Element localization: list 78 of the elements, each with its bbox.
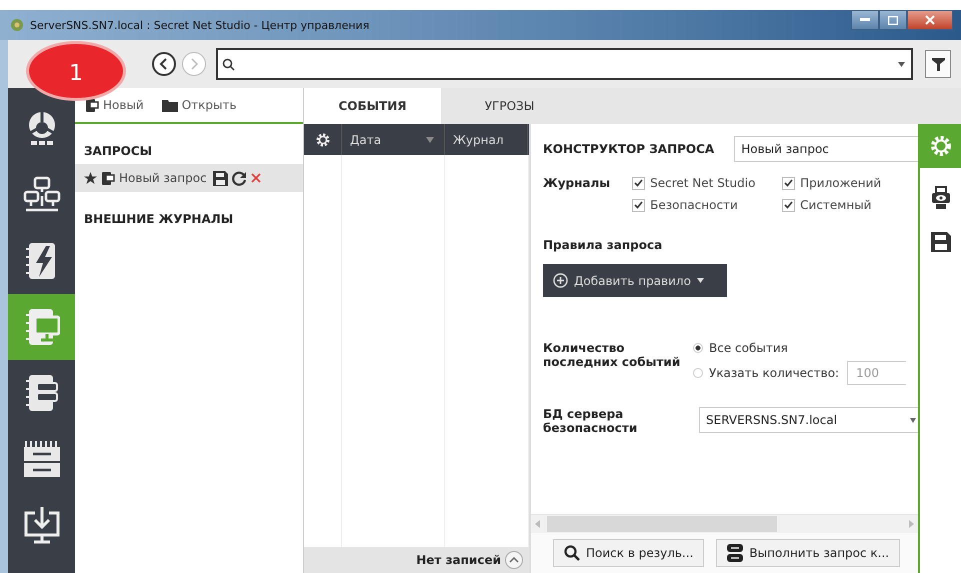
chevron-right-icon <box>189 58 199 70</box>
server-dropdown[interactable]: SERVERSNS.SN7.local <box>699 407 918 433</box>
refresh-icon[interactable] <box>232 170 247 186</box>
checkbox[interactable] <box>632 176 646 190</box>
back-button[interactable] <box>152 52 176 76</box>
run-query-button[interactable]: Выполнить запрос к... <box>716 539 900 567</box>
collapse-button[interactable] <box>505 551 523 569</box>
check-icon <box>784 201 794 209</box>
column-header[interactable]: Журнал <box>445 124 528 155</box>
plus-circle-icon <box>553 273 568 288</box>
query-item[interactable]: Новый запрос <box>75 164 303 192</box>
search-icon <box>564 545 580 561</box>
notebook-monitor-icon <box>24 307 60 347</box>
chevron-up-icon <box>509 557 519 563</box>
notebook-icon <box>85 98 99 112</box>
check-icon <box>634 179 644 187</box>
search-results-button[interactable]: Поиск в резуль... <box>553 539 704 567</box>
checkbox-label: Системный <box>800 198 872 212</box>
checkbox-label: Безопасности <box>650 198 738 212</box>
chevron-left-icon <box>159 58 169 70</box>
search-icon <box>222 58 235 70</box>
caret-icon <box>696 278 704 283</box>
section-heading: ЗАПРОСЫ <box>83 143 154 160</box>
close-button[interactable] <box>907 10 953 30</box>
add-rule-button[interactable]: Добавить правило <box>543 264 727 297</box>
window-title: ServerSNS.SN7.local : Secret Net Studio - Центр управления <box>30 18 370 32</box>
filter-button[interactable] <box>925 50 951 78</box>
section-heading: Правила запроса <box>543 238 664 252</box>
app-icon <box>10 18 24 32</box>
close-icon <box>925 15 935 25</box>
tab[interactable]: УГРОЗЫ <box>441 88 578 124</box>
section-heading: ВНЕШНИЕ ЖУРНАЛЫ <box>83 211 234 228</box>
minimize-button[interactable] <box>851 10 879 30</box>
panel-title: КОНСТРУКТОР ЗАПРОСА <box>543 142 714 156</box>
search-field[interactable] <box>216 48 913 80</box>
check-icon <box>784 179 794 187</box>
monitor-download-icon <box>22 505 62 545</box>
server-icon <box>727 544 744 562</box>
check-icon <box>634 201 644 209</box>
settings-button[interactable] <box>920 124 961 168</box>
close-icon[interactable] <box>250 173 261 183</box>
field-label: Количество последних событий <box>543 341 682 371</box>
radio-button[interactable] <box>693 343 703 353</box>
radio-label: Указать количество: <box>709 366 840 380</box>
minimize-icon <box>860 18 870 22</box>
query-name: Новый запрос <box>119 171 207 185</box>
checkbox[interactable] <box>782 198 796 212</box>
column-header[interactable]: Дата <box>342 124 445 155</box>
dropdown-arrow-icon <box>910 418 916 422</box>
notebook-server-icon <box>24 373 60 413</box>
open-button[interactable]: Открыть <box>162 98 237 112</box>
field-label: БД сервера безопасности <box>543 407 638 435</box>
filter-icon <box>932 58 944 70</box>
checkbox[interactable] <box>782 176 796 190</box>
sort-arrow-icon <box>426 136 434 142</box>
star-icon <box>84 172 97 184</box>
save-icon[interactable] <box>212 170 228 186</box>
settings-icon[interactable] <box>314 132 330 148</box>
maximize-icon <box>888 16 898 24</box>
printer-eye-icon <box>930 186 950 210</box>
field-label: Журналы <box>543 176 610 192</box>
status-text: Нет записей <box>416 553 501 567</box>
notification-badge[interactable]: 1 <box>26 41 126 101</box>
dropdown-arrow-icon[interactable] <box>898 62 905 66</box>
checkbox-label: Secret Net Studio <box>650 176 756 190</box>
save-icon <box>930 232 950 252</box>
folder-icon <box>162 98 178 112</box>
network-icon <box>22 176 60 214</box>
notebook-icon <box>101 170 115 186</box>
settings-icon <box>928 134 952 158</box>
maximize-button[interactable] <box>879 10 907 30</box>
radio-button[interactable] <box>693 368 703 378</box>
query-name-field[interactable]: Новый запрос <box>734 136 918 162</box>
checkbox[interactable] <box>632 198 646 212</box>
tab[interactable]: СОБЫТИЯ <box>304 88 441 124</box>
radio-label: Все события <box>709 341 788 355</box>
checkbox-label: Приложений <box>800 176 882 190</box>
storage-icon <box>22 439 60 479</box>
